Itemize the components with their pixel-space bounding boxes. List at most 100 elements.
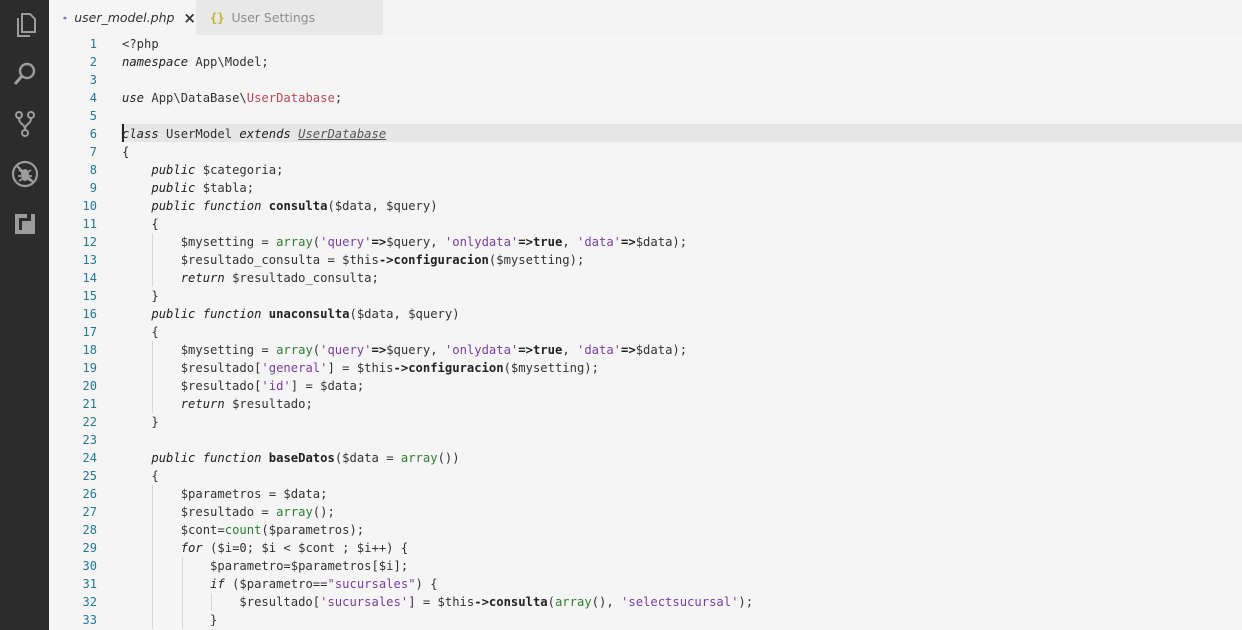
code-line: { bbox=[122, 217, 159, 231]
line-number: 30 bbox=[82, 559, 97, 573]
code-line: namespace App\Model; bbox=[122, 55, 269, 69]
line-number: 1 bbox=[89, 37, 97, 51]
debug-icon[interactable] bbox=[0, 149, 49, 199]
indent-guide bbox=[152, 539, 154, 557]
line-number: 23 bbox=[82, 433, 97, 447]
code-line: $cont=count($parametros); bbox=[122, 521, 365, 539]
line-number: 12 bbox=[82, 235, 97, 249]
line-number-gutter: 1 2 3 4 5 6 7 8 9 10 11 12 13 14 15 16 17 18 19 20 21 22 23 24 2… bbox=[49, 35, 104, 629]
line-number: 19 bbox=[82, 361, 97, 375]
indent-guide bbox=[181, 593, 183, 611]
indent-guide bbox=[152, 557, 154, 575]
line-number: 7 bbox=[89, 145, 97, 159]
line-number: 15 bbox=[82, 289, 97, 303]
line-number: 6 bbox=[89, 127, 97, 141]
indent-guide bbox=[152, 575, 154, 593]
code-line: return $resultado; bbox=[122, 395, 1242, 413]
code-line: $resultado['general'] = $this->configura… bbox=[122, 359, 599, 377]
code-line: <?php bbox=[122, 37, 159, 51]
search-icon[interactable] bbox=[0, 49, 49, 99]
code-line: $mysetting = array('query'=>$query, 'onl… bbox=[122, 341, 688, 359]
code-line: class UserModel extends UserDatabase bbox=[122, 127, 387, 141]
code-line: return $resultado_consulta; bbox=[122, 269, 1242, 287]
code-line: public $categoria; bbox=[151, 163, 284, 177]
line-number: 16 bbox=[82, 307, 97, 321]
text-cursor bbox=[122, 124, 124, 142]
tab-user-model-php[interactable]: user_model.php × bbox=[49, 0, 196, 35]
line-number: 32 bbox=[82, 595, 97, 609]
indent-guide bbox=[152, 503, 154, 521]
line-number: 4 bbox=[89, 91, 97, 105]
code-line: $resultado['id'] = $data; bbox=[122, 377, 365, 395]
code-line: if ($parametro=="sucursales") { bbox=[122, 575, 1242, 593]
tab-bar: user_model.php × {} User Settings bbox=[49, 0, 1242, 35]
code-line: public function baseDatos($data = array(… bbox=[151, 451, 460, 465]
code-line: $resultado = array(); bbox=[122, 503, 335, 521]
code-line: use App\DataBase\UserDatabase; bbox=[122, 91, 343, 105]
activity-bar bbox=[0, 0, 49, 630]
code-line: } bbox=[122, 289, 159, 303]
extensions-icon[interactable] bbox=[0, 199, 49, 249]
line-number: 24 bbox=[82, 451, 97, 465]
code-line: $mysetting = array('query'=>$query, 'onl… bbox=[122, 233, 688, 251]
code-line: $parametro=$parametros[$i]; bbox=[122, 557, 409, 575]
code-line: { bbox=[122, 469, 159, 483]
line-number: 25 bbox=[82, 469, 97, 483]
line-number: 11 bbox=[82, 217, 97, 231]
indent-guide bbox=[152, 269, 154, 287]
indent-guide bbox=[152, 521, 154, 539]
code-editor[interactable]: 1 2 3 4 5 6 7 8 9 10 11 12 13 14 15 16 17 18 19 20 21 22 23 24 2… bbox=[49, 35, 1242, 630]
indent-guide bbox=[152, 377, 154, 395]
tab-user-settings[interactable]: {} User Settings bbox=[196, 0, 383, 35]
indent-guide bbox=[152, 233, 154, 251]
indent-guide bbox=[152, 341, 154, 359]
line-number: 29 bbox=[82, 541, 97, 555]
line-number: 27 bbox=[82, 505, 97, 519]
line-number: 2 bbox=[89, 55, 97, 69]
indent-guide bbox=[181, 557, 183, 575]
code-line: { bbox=[122, 145, 130, 159]
code-line: $resultado_consulta = $this->configuraci… bbox=[122, 251, 585, 269]
code-line: } bbox=[122, 611, 218, 629]
line-number: 5 bbox=[89, 109, 97, 123]
explorer-icon[interactable] bbox=[0, 0, 49, 50]
json-braces-icon: {} bbox=[210, 10, 225, 25]
source-control-icon[interactable] bbox=[0, 99, 49, 149]
indent-guide bbox=[152, 611, 154, 629]
code-line: public function consulta($data, $query) bbox=[151, 199, 438, 213]
code-line: { bbox=[122, 325, 159, 339]
line-number: 17 bbox=[82, 325, 97, 339]
indent-guide bbox=[181, 611, 183, 629]
code-line: $parametros = $data; bbox=[122, 485, 328, 503]
code-line: $resultado['sucursales'] = $this->consul… bbox=[122, 593, 754, 611]
indent-guide bbox=[152, 395, 154, 413]
line-number: 10 bbox=[82, 199, 97, 213]
line-number: 33 bbox=[82, 613, 97, 627]
close-icon[interactable]: × bbox=[183, 9, 196, 27]
tab-label: User Settings bbox=[231, 10, 316, 25]
line-number: 9 bbox=[89, 181, 97, 195]
tab-label: user_model.php bbox=[74, 10, 175, 25]
indent-guide bbox=[181, 575, 183, 593]
line-number: 18 bbox=[82, 343, 97, 357]
line-number: 8 bbox=[89, 163, 97, 177]
code-line: public $tabla; bbox=[151, 181, 255, 195]
line-number: 31 bbox=[82, 577, 97, 591]
indent-guide bbox=[152, 251, 154, 269]
line-number: 26 bbox=[82, 487, 97, 501]
line-number: 3 bbox=[89, 73, 97, 87]
code-area[interactable]: <?php namespace App\Model; use App\DataBas… bbox=[122, 35, 1242, 629]
code-line: public function unaconsulta($data, $quer… bbox=[151, 307, 460, 321]
line-number: 22 bbox=[82, 415, 97, 429]
line-number: 13 bbox=[82, 253, 97, 267]
line-number: 28 bbox=[82, 523, 97, 537]
indent-guide bbox=[211, 593, 213, 611]
indent-guide bbox=[152, 593, 154, 611]
line-number: 20 bbox=[82, 379, 97, 393]
line-number: 14 bbox=[82, 271, 97, 285]
indent-guide bbox=[152, 359, 154, 377]
code-line: } bbox=[122, 415, 159, 429]
indent-guide bbox=[152, 485, 154, 503]
